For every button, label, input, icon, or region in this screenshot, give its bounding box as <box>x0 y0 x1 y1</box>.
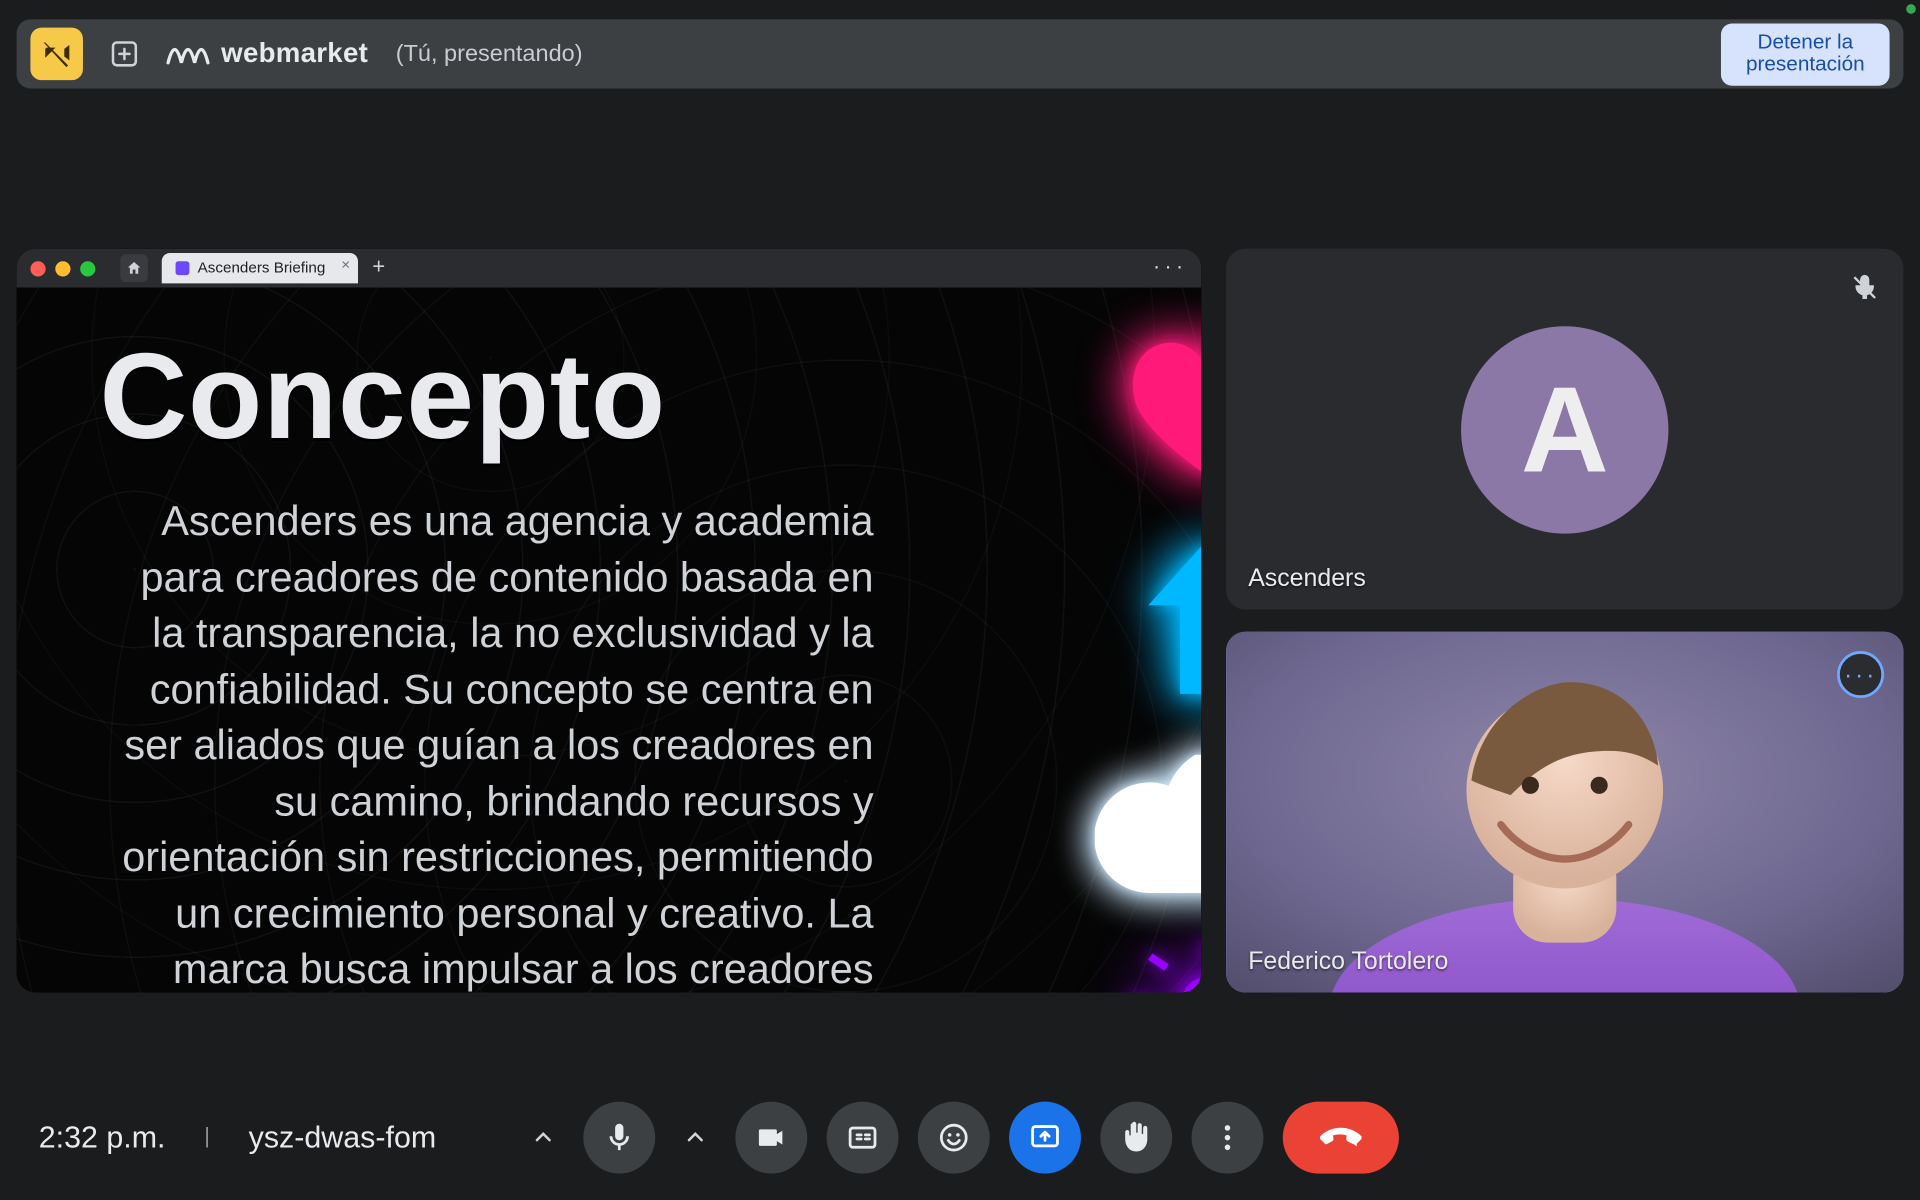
avatar: A <box>1461 326 1668 533</box>
smile-icon <box>937 1121 970 1154</box>
stop-line2: presentación <box>1746 54 1865 77</box>
avatar-initial: A <box>1521 359 1609 500</box>
camera-icon <box>754 1121 787 1154</box>
more-button[interactable] <box>1191 1102 1263 1174</box>
mic-options-button[interactable] <box>522 1117 563 1158</box>
person-silhouette <box>1316 632 1814 993</box>
heart-icon <box>1122 329 1201 481</box>
tab-ascenders-briefing[interactable]: Ascenders Briefing × <box>162 253 359 283</box>
viral-icon <box>1116 940 1202 993</box>
presenting-label: (Tú, presentando) <box>396 40 583 68</box>
reactions-button[interactable] <box>917 1102 989 1174</box>
tab-title: Ascenders Briefing <box>198 260 326 277</box>
captions-icon <box>845 1121 878 1154</box>
participant-name: Ascenders <box>1248 564 1366 593</box>
home-button[interactable] <box>120 254 148 282</box>
arrow-up-icon <box>1129 528 1201 708</box>
status-dot <box>1906 4 1916 14</box>
topbar: webmarket (Tú, presentando) Detener la p… <box>17 19 1904 88</box>
hand-icon <box>1119 1121 1152 1154</box>
participant-tile-ascenders[interactable]: A Ascenders <box>1226 249 1903 610</box>
cloud-icon <box>1095 755 1201 893</box>
slide-canvas: Concepto Ascenders es una agencia y acad… <box>17 288 1202 993</box>
muted-icon <box>1845 268 1884 307</box>
call-controls <box>522 1102 1398 1174</box>
camera-options-button[interactable] <box>674 1117 715 1158</box>
brand: webmarket <box>166 38 368 70</box>
macos-max-dot[interactable] <box>80 261 95 276</box>
home-icon <box>126 260 143 277</box>
webcam-feed <box>1226 632 1903 993</box>
stop-line1: Detener la <box>1746 31 1865 54</box>
window-more-button[interactable]: ··· <box>1153 256 1188 281</box>
clock: 2:32 p.m. <box>39 1120 166 1156</box>
stage: Ascenders Briefing × + ··· Concepto Asce… <box>17 249 1904 993</box>
chevron-up-icon <box>679 1123 709 1153</box>
end-call-button[interactable] <box>1282 1102 1398 1174</box>
window-chrome: Ascenders Briefing × + ··· <box>17 249 1202 289</box>
participant-name: Federico Tortolero <box>1248 947 1448 976</box>
chevron-up-icon <box>527 1123 557 1153</box>
macos-close-dot[interactable] <box>30 261 45 276</box>
present-button[interactable] <box>1008 1102 1080 1174</box>
captions-button[interactable] <box>826 1102 898 1174</box>
tab-close-icon[interactable]: × <box>341 257 350 274</box>
concept-icons <box>1067 329 1201 993</box>
add-icon <box>109 39 139 69</box>
macos-min-dot[interactable] <box>55 261 70 276</box>
camera-off-badge[interactable] <box>30 28 83 81</box>
mic-button[interactable] <box>583 1102 655 1174</box>
participants-rail: A Ascenders <box>1226 249 1903 993</box>
slide-title: Concepto <box>100 326 666 467</box>
footer: 2:32 p.m. | ysz-dwas-fom <box>0 1076 1920 1200</box>
hangup-icon <box>1319 1117 1360 1158</box>
mic-icon <box>602 1121 635 1154</box>
brand-mark-icon <box>166 39 210 69</box>
raise-hand-button[interactable] <box>1100 1102 1172 1174</box>
tile-more-button[interactable]: ··· <box>1837 651 1884 698</box>
more-vert-icon <box>1210 1121 1243 1154</box>
present-icon <box>1028 1121 1061 1154</box>
divider: | <box>204 1125 210 1150</box>
stop-presenting-button[interactable]: Detener la presentación <box>1721 23 1890 85</box>
slide-body: Ascenders es una agencia y academia para… <box>100 495 874 993</box>
brand-name: webmarket <box>221 38 368 70</box>
camera-off-icon <box>41 39 71 69</box>
camera-button[interactable] <box>735 1102 807 1174</box>
add-button[interactable] <box>102 32 146 76</box>
participant-tile-federico[interactable]: ··· Federico Tortolero <box>1226 632 1903 993</box>
screenshare-tile[interactable]: Ascenders Briefing × + ··· Concepto Asce… <box>17 249 1202 993</box>
tab-favicon <box>176 261 190 275</box>
meeting-code: ysz-dwas-fom <box>249 1120 437 1156</box>
new-tab-button[interactable]: + <box>372 257 385 279</box>
